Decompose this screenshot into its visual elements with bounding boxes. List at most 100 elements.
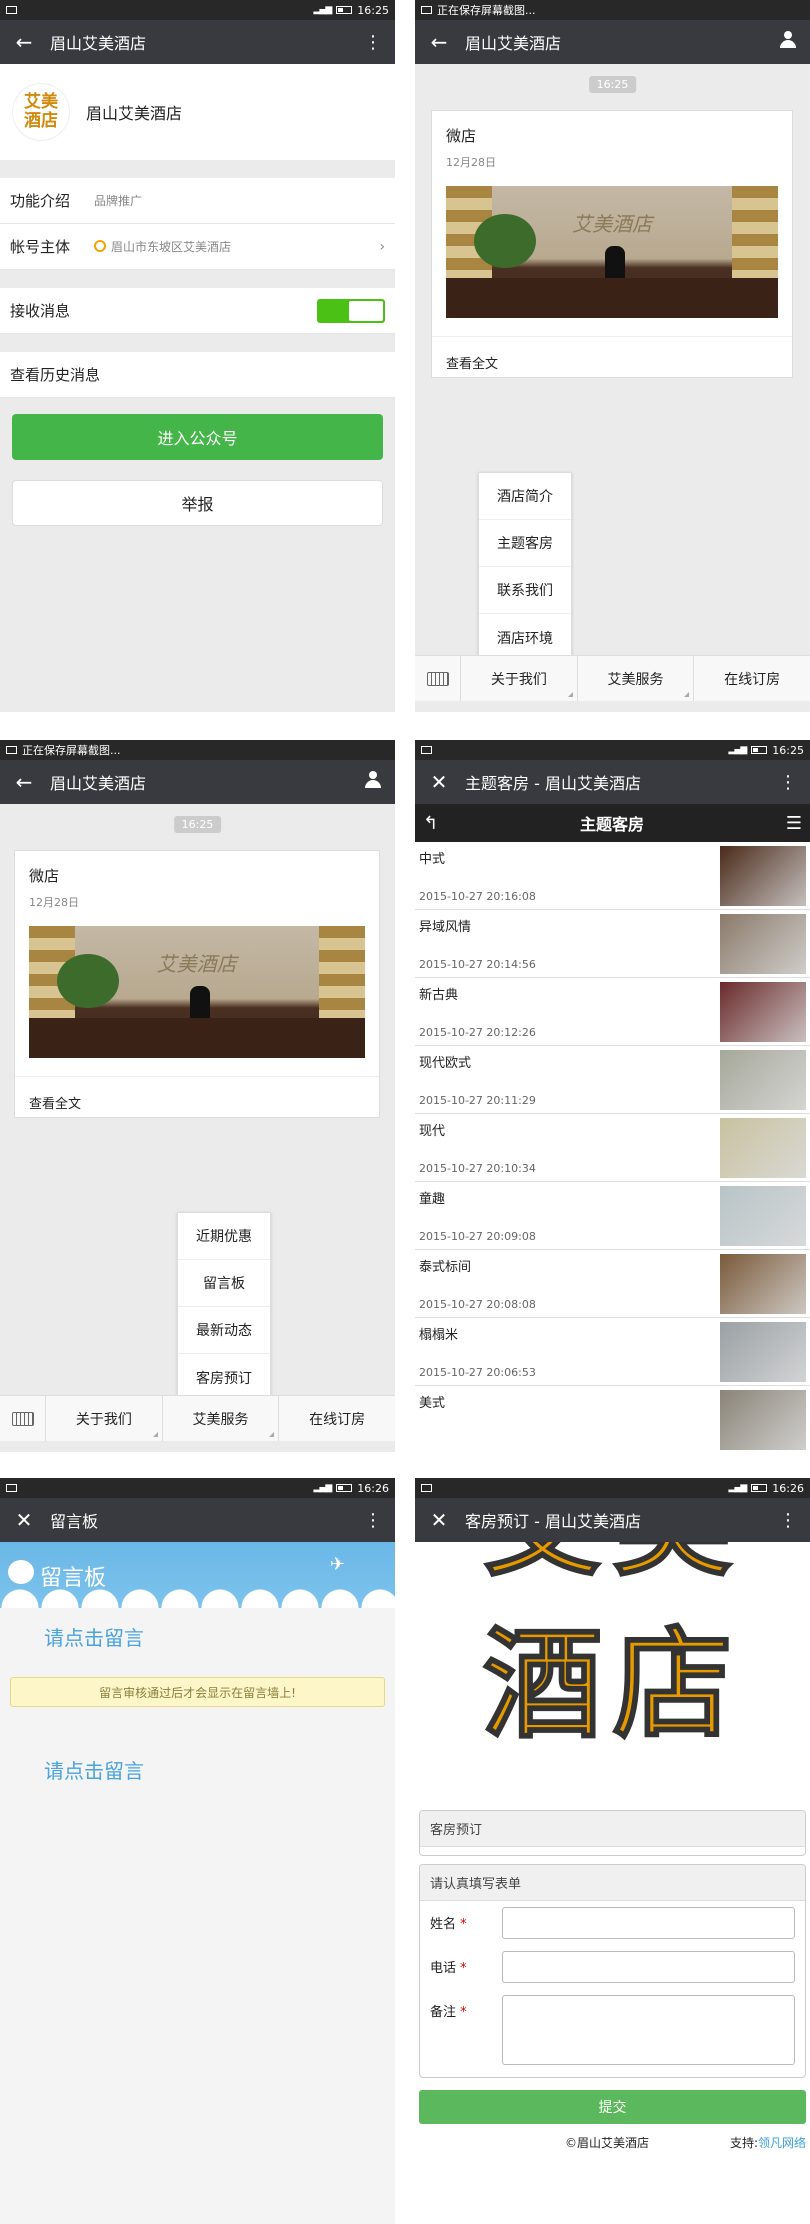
room-name: 现代 [419,1124,446,1139]
enter-account-button[interactable]: 进入公众号 [12,414,383,460]
keyboard-toggle[interactable] [415,656,461,701]
more-menu-icon[interactable]: ⋮ [776,1510,800,1531]
room-list-item[interactable]: 泰式标间 2015-10-27 20:08:08 [415,1250,810,1318]
room-list-item[interactable]: 异域风情 2015-10-27 20:14:56 [415,910,810,978]
status-bar: 正在保存屏幕截图... [0,740,395,760]
room-thumbnail [720,914,806,974]
more-menu-icon[interactable]: ⋮ [776,772,800,793]
article-title: 微店 [29,867,60,885]
room-list-item[interactable]: 榻榻米 2015-10-27 20:06:53 [415,1318,810,1386]
room-list: 中式 2015-10-27 20:16:08 异域风情 2015-10-27 20:1… [415,842,810,1452]
hamburger-menu-icon[interactable]: ☰ [786,813,802,834]
submenu-item-messageboard[interactable]: 留言板 [178,1260,270,1307]
hotel-logo: 艾美 酒店 [12,83,70,141]
menu-booking[interactable]: 在线订房 [279,1396,395,1441]
room-name: 现代欧式 [419,1056,472,1071]
top-navbar: ← 眉山艾美酒店 [0,760,395,804]
battery-icon [336,1484,353,1492]
submenu-item-intro[interactable]: 酒店简介 [479,473,571,520]
owner-value: 眉山市东坡区艾美酒店 [111,240,232,254]
submenu-item-contact[interactable]: 联系我们 [479,567,571,614]
read-more-link[interactable]: 查看全文 [432,336,792,386]
submenu-item-booking[interactable]: 客房预订 [178,1354,270,1401]
article-card[interactable]: 微店 12月28日 艾美酒店 查看全文 [431,110,793,378]
receive-toggle[interactable] [317,298,385,323]
room-name: 新古典 [419,988,459,1003]
page-title: 主题客房 - 眉山艾美酒店 [465,774,641,793]
status-time: 16:25 [357,3,389,17]
back-arrow-icon[interactable]: ← [10,30,38,54]
submenu-item-news[interactable]: 最新动态 [178,1307,270,1354]
gallery-icon [6,746,17,754]
submenu-item-offers[interactable]: 近期优惠 [178,1213,270,1260]
menu-about-us[interactable]: 关于我们 [46,1396,163,1441]
submenu-item-rooms[interactable]: 主题客房 [479,520,571,567]
banner-text-bottom: 酒店 [482,1616,743,1755]
room-list-item[interactable]: 童趣 2015-10-27 20:09:08 [415,1182,810,1250]
leave-message-link[interactable]: 请点击留言 [0,1622,395,1651]
more-menu-icon[interactable]: ⋮ [361,32,385,53]
close-icon[interactable]: ✕ [10,1508,38,1532]
back-arrow-icon[interactable]: ← [10,770,38,794]
support-link[interactable]: 领凡网络 [758,2136,806,2150]
menu-booking[interactable]: 在线订房 [694,656,810,701]
room-name: 异域风情 [419,920,472,935]
note-textarea[interactable] [502,1995,795,2065]
room-list-item[interactable]: 现代欧式 2015-10-27 20:11:29 [415,1046,810,1114]
submenu-item-environment[interactable]: 酒店环境 [479,614,571,661]
top-navbar: ✕ 留言板 ⋮ [0,1498,395,1542]
leave-message-link-2[interactable]: 请点击留言 [0,1755,395,1784]
room-thumbnail [720,982,806,1042]
status-time: 16:26 [772,1481,804,1495]
submit-button[interactable]: 提交 [419,2090,806,2124]
article-card[interactable]: 微店 12月28日 艾美酒店 查看全文 [14,850,380,1118]
lobby-photo: 艾美酒店 [29,926,365,1058]
room-date: 2015-10-27 20:14:56 [419,958,536,971]
keyboard-toggle[interactable] [0,1396,46,1441]
battery-icon [751,746,768,754]
room-date: 2015-10-27 20:11:29 [419,1094,536,1107]
room-date: 2015-10-27 20:16:08 [419,890,536,903]
room-thumbnail [720,1254,806,1314]
read-more-link[interactable]: 查看全文 [15,1076,379,1126]
top-navbar: ✕ 客房预订 - 眉山艾美酒店 ⋮ [415,1498,810,1542]
room-thumbnail [720,1118,806,1178]
status-bar: ▂▄▆ 16:26 [415,1478,810,1498]
status-bar: ▂▄▆ 16:25 [0,0,395,20]
page-footer: ©眉山艾美酒店 支持:领凡网络 [415,2124,810,2151]
close-icon[interactable]: ✕ [425,770,453,794]
back-arrow-icon[interactable]: ↰ [423,813,438,834]
menu-about-us[interactable]: 关于我们 [461,656,578,701]
screen-theme-rooms: ▂▄▆ 16:25 ✕ 主题客房 - 眉山艾美酒店 ⋮ ↰ 主题客房 ☰ 中式 2… [415,740,810,1452]
room-list-item[interactable]: 现代 2015-10-27 20:10:34 [415,1114,810,1182]
room-list-item[interactable]: 中式 2015-10-27 20:16:08 [415,842,810,910]
history-row[interactable]: 查看历史消息 [0,352,395,398]
report-button[interactable]: 举报 [12,480,383,526]
menu-services[interactable]: 艾美服务 [578,656,695,701]
phone-input[interactable] [502,1951,795,1983]
support-label: 支持: [729,2136,758,2150]
article-date: 12月28日 [446,156,496,169]
owner-label: 帐号主体 [10,238,71,256]
more-menu-icon[interactable]: ⋮ [361,1510,385,1531]
profile-icon[interactable] [361,770,385,794]
form-panel: 请认真填写表单 姓名 * 电话 * 备注 * [419,1864,806,2078]
room-thumbnail [720,1322,806,1382]
chevron-right-icon: › [379,238,385,255]
receive-messages-row: 接收消息 [0,288,395,334]
name-input[interactable] [502,1907,795,1939]
menu-services[interactable]: 艾美服务 [163,1396,280,1441]
room-name: 美式 [419,1396,446,1411]
profile-icon[interactable] [776,30,800,54]
status-bar: 正在保存屏幕截图... [415,0,810,20]
lobby-photo: 艾美酒店 [446,186,778,318]
booking-panel: 客房预订 [419,1810,806,1856]
room-list-item[interactable]: 新古典 2015-10-27 20:12:26 [415,978,810,1046]
close-icon[interactable]: ✕ [425,1508,453,1532]
back-arrow-icon[interactable]: ← [425,30,453,54]
room-date: 2015-10-27 20:09:08 [419,1230,536,1243]
owner-row[interactable]: 帐号主体 眉山市东坡区艾美酒店 › [0,224,395,270]
room-list-item[interactable]: 美式 [415,1386,810,1452]
status-bar: ▂▄▆ 16:25 [415,740,810,760]
page-title: 眉山艾美酒店 [50,774,147,793]
